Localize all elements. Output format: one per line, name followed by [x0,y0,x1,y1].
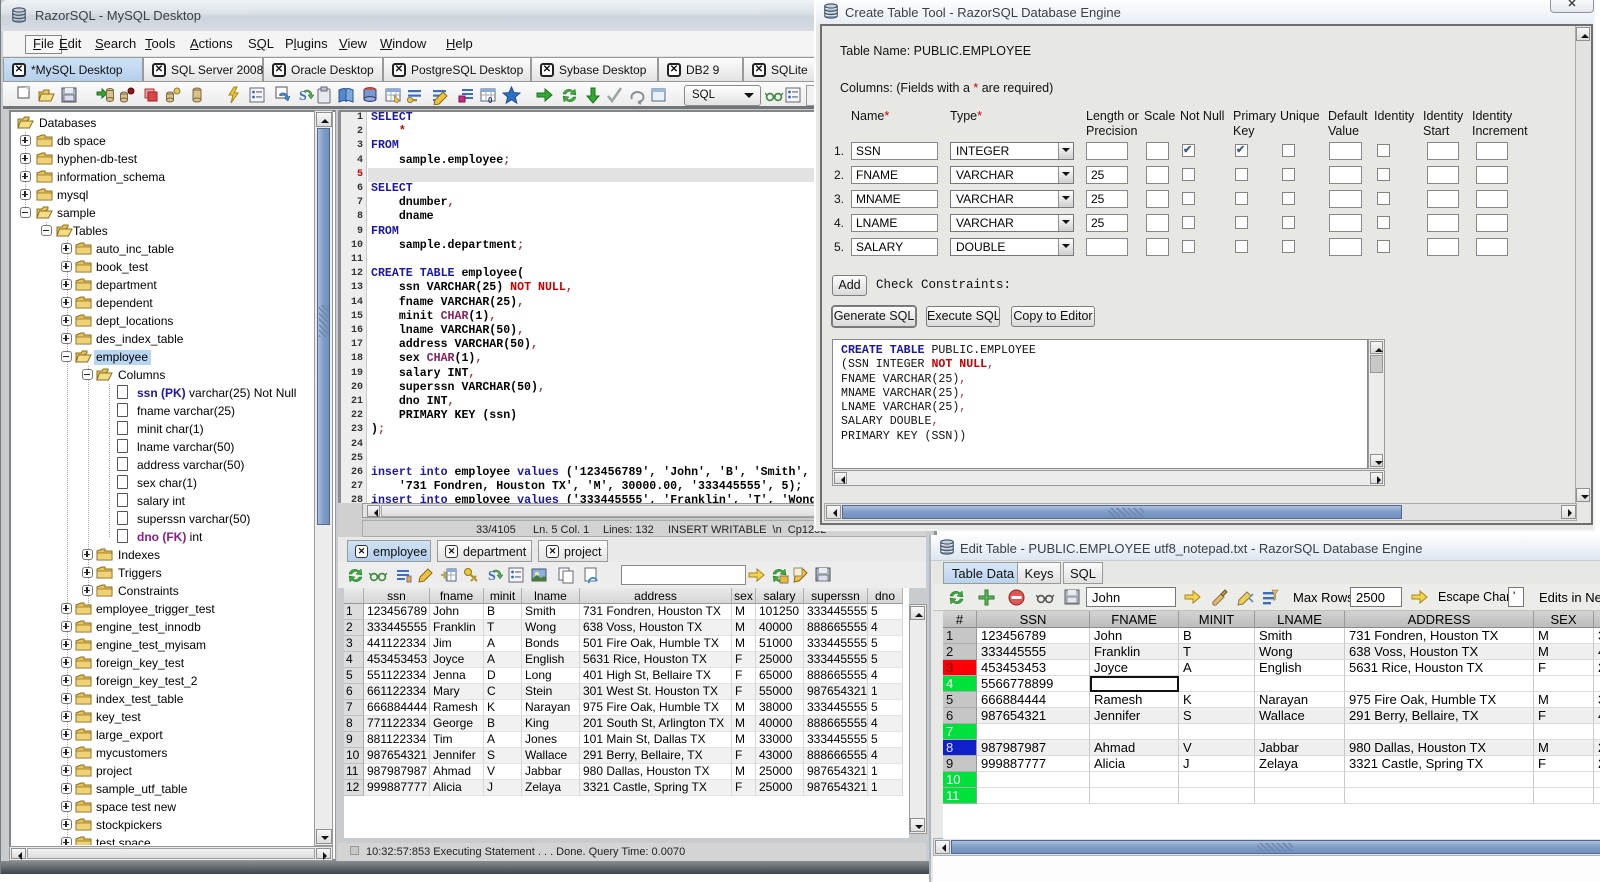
svg-text:0: 0 [488,96,493,105]
